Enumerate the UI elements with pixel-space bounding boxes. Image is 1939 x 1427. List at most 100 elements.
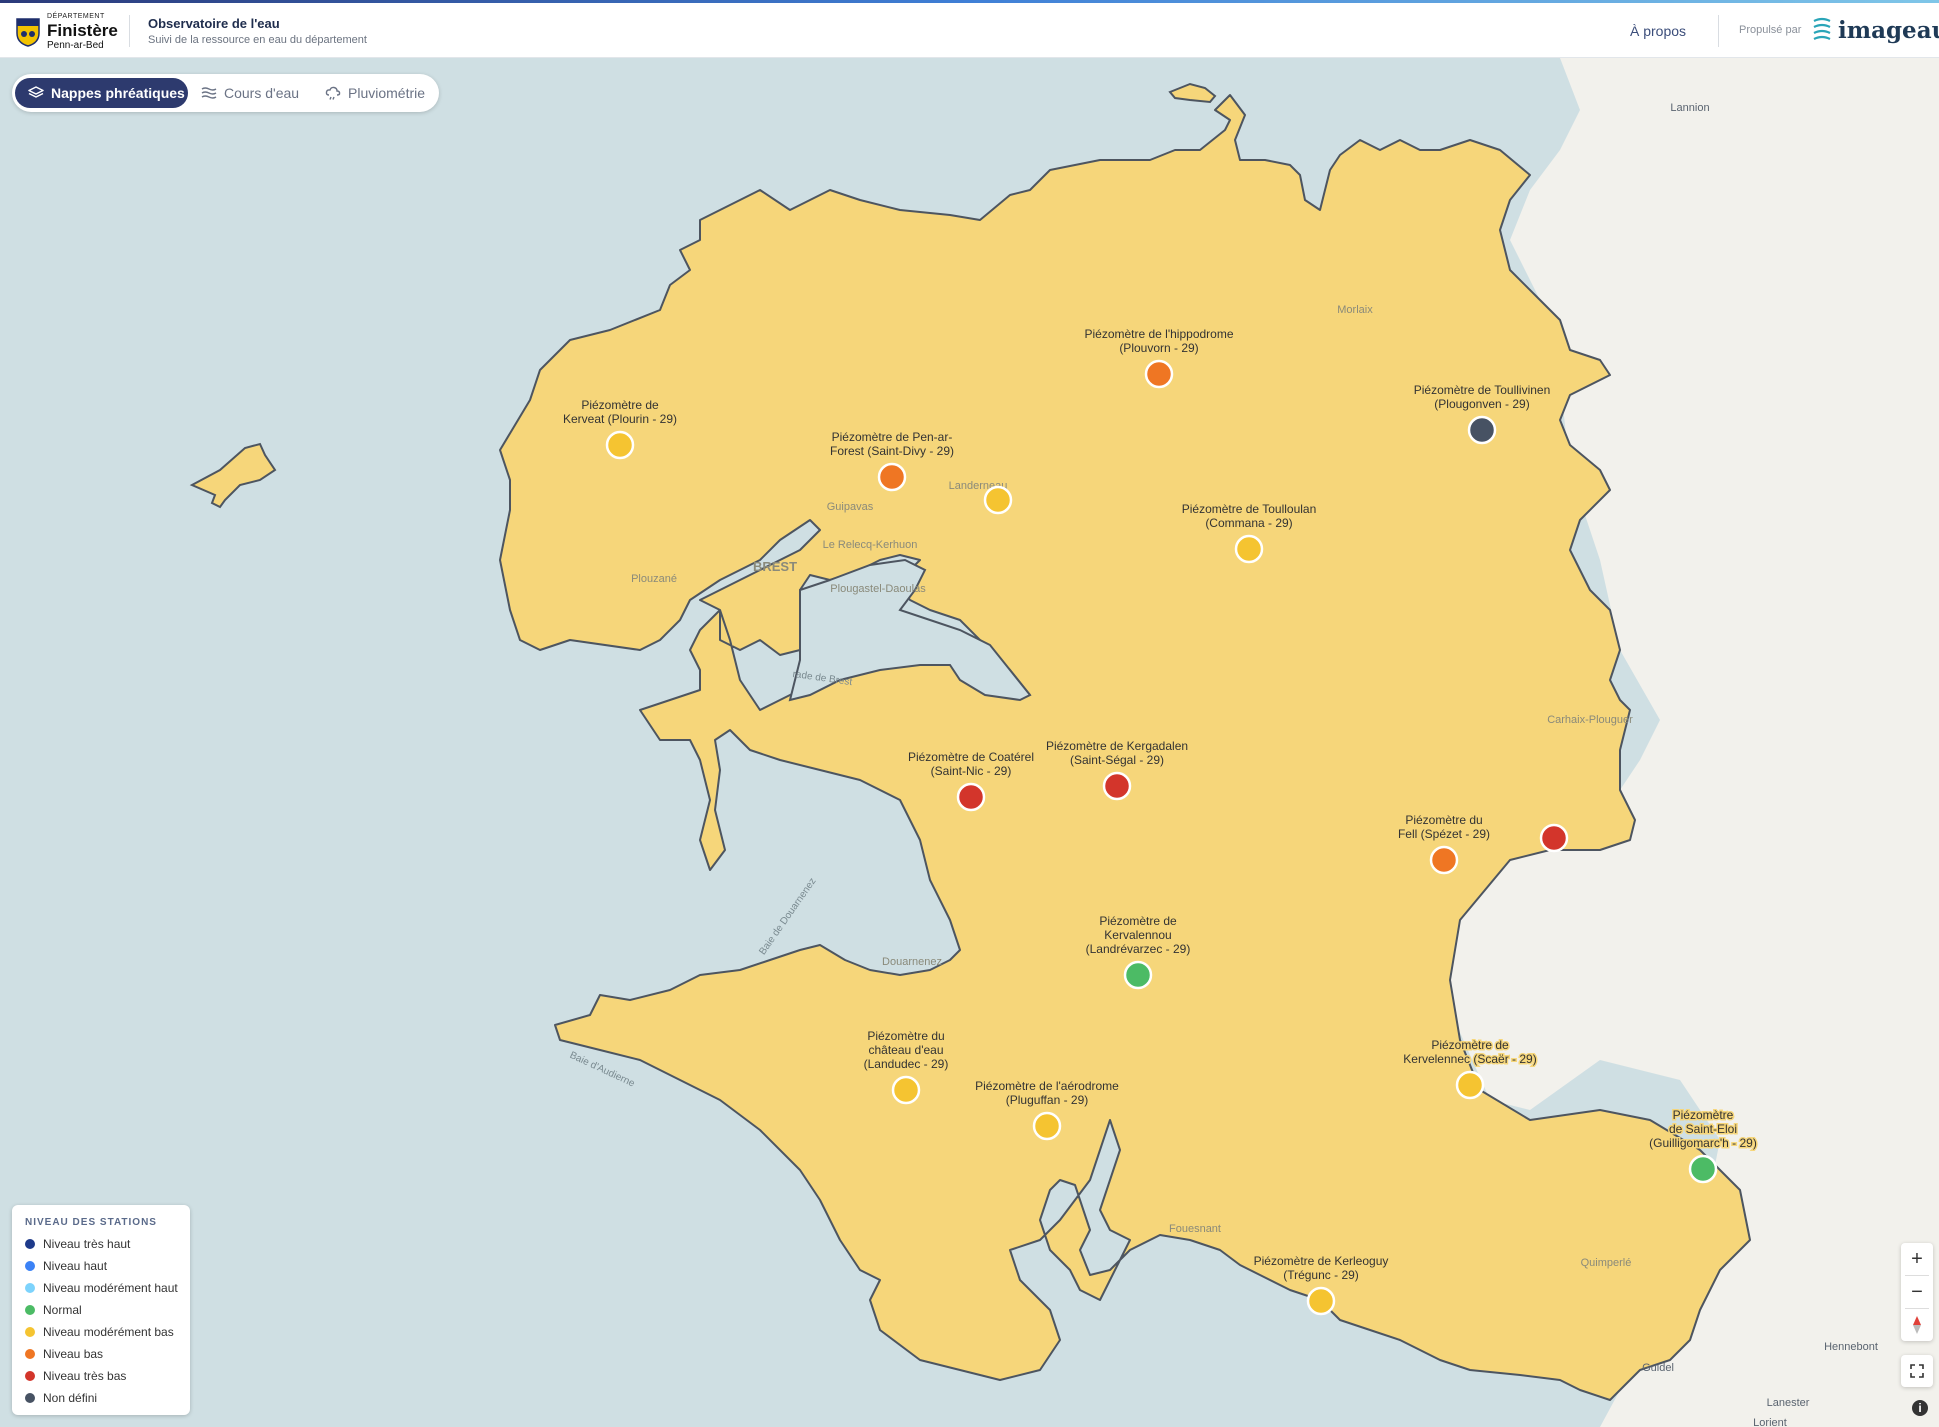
logo-name: Finistère <box>47 21 118 40</box>
station-dot[interactable] <box>1539 823 1569 853</box>
station-label: Piézomètre de l'aérodrome <box>975 1079 1119 1093</box>
legend-item: Normal <box>25 1303 82 1317</box>
powered-by-label: Propulsé par <box>1739 24 1802 36</box>
tab-nappes-phreatiques[interactable]: Nappes phréatiques <box>15 78 188 108</box>
imageau-logo[interactable]: imageau <box>1810 15 1939 47</box>
header-divider <box>1718 15 1719 47</box>
place-label: Hennebont <box>1824 1341 1878 1353</box>
station-label: (Plouvorn - 29) <box>1119 341 1198 355</box>
station-dot[interactable] <box>956 782 986 812</box>
station-dot[interactable] <box>983 485 1013 515</box>
department-logo[interactable]: DÉPARTEMENT Finistère Penn-ar-Bed <box>15 13 118 51</box>
app-header: DÉPARTEMENT Finistère Penn-ar-Bed Observ… <box>0 3 1939 58</box>
station-marker[interactable] <box>983 485 1013 515</box>
place-label: Douarnenez <box>882 956 942 968</box>
fullscreen-control <box>1901 1355 1933 1387</box>
legend-swatch <box>25 1283 35 1293</box>
crest-icon <box>16 18 40 47</box>
legend-swatch <box>25 1349 35 1359</box>
place-label: Morlaix <box>1337 304 1373 316</box>
legend-label: Niveau très bas <box>43 1369 127 1383</box>
station-label: (Landudec - 29) <box>864 1057 949 1071</box>
legend-swatch <box>25 1261 35 1271</box>
tab-cours-d-eau[interactable]: Cours d'eau <box>201 78 311 108</box>
place-label: Plougastel-Daoulas <box>830 583 926 595</box>
station-dot[interactable] <box>1234 534 1264 564</box>
legend-item: Niveau très haut <box>25 1237 130 1251</box>
map-canvas[interactable]: LannionMorlaixGuipavasLanderneauLe Relec… <box>0 58 1939 1427</box>
app-title: Observatoire de l'eau <box>148 16 280 31</box>
station-dot[interactable] <box>605 430 635 460</box>
station-label: (Saint-Ségal - 29) <box>1070 753 1164 767</box>
station-label: (Plougonven - 29) <box>1434 397 1529 411</box>
station-label: Piézomètre de Kerleoguy <box>1254 1254 1389 1268</box>
tab-label: Pluviométrie <box>348 85 426 101</box>
station-label: Fell (Spézet - 29) <box>1398 827 1490 841</box>
station-dot[interactable] <box>1429 845 1459 875</box>
station-dot[interactable] <box>1144 359 1174 389</box>
zoom-out-button[interactable]: − <box>1901 1276 1933 1308</box>
station-label: Piézomètre de <box>581 398 659 412</box>
station-label: (Commana - 29) <box>1205 516 1292 530</box>
place-label: Guidel <box>1642 1362 1674 1374</box>
station-label: Piézomètre du <box>867 1029 944 1043</box>
imageau-wave-icon <box>1813 17 1831 40</box>
legend-label: Niveau bas <box>43 1347 104 1361</box>
layer-tabs: Nappes phréatiques Cours d'eau Pluviomét… <box>12 74 439 112</box>
place-label: Plouzané <box>631 573 677 585</box>
legend-swatch <box>25 1327 35 1337</box>
legend-swatch <box>25 1305 35 1315</box>
station-dot[interactable] <box>1455 1070 1485 1100</box>
station-dot[interactable] <box>1306 1286 1336 1316</box>
place-label: Guipavas <box>827 501 874 513</box>
station-label: Piézomètre <box>1673 1108 1734 1122</box>
place-label: Fouesnant <box>1169 1223 1221 1235</box>
tab-pluviometrie[interactable]: Pluviométrie <box>325 78 435 108</box>
compass-icon <box>1913 1316 1921 1334</box>
station-dot[interactable] <box>1102 771 1132 801</box>
station-label: Kervalennou <box>1104 928 1171 942</box>
station-dot[interactable] <box>891 1075 921 1105</box>
legend-label: Niveau haut <box>43 1259 108 1273</box>
tab-label: Nappes phréatiques <box>51 85 185 101</box>
fullscreen-button[interactable] <box>1901 1355 1933 1387</box>
station-dot[interactable] <box>1032 1111 1062 1141</box>
station-label: Piézomètre de l'hippodrome <box>1084 327 1233 341</box>
station-label: (Trégunc - 29) <box>1283 1268 1359 1282</box>
station-label: Piézomètre de Toulloulan <box>1182 502 1317 516</box>
station-label: Piézomètre de Kergadalen <box>1046 739 1188 753</box>
compass-button[interactable] <box>1901 1309 1933 1341</box>
station-label: Piézomètre de Pen-ar- <box>832 430 953 444</box>
station-level-legend: NIVEAU DES STATIONS Niveau très haut Niv… <box>12 1205 190 1415</box>
station-dot[interactable] <box>1467 415 1497 445</box>
legend-item: Niveau haut <box>25 1259 107 1273</box>
tab-label: Cours d'eau <box>224 85 300 101</box>
header-divider <box>129 15 130 47</box>
legend-label: Niveau modérément bas <box>43 1325 174 1339</box>
station-label: Piézomètre de <box>1431 1038 1509 1052</box>
station-dot[interactable] <box>1123 960 1153 990</box>
attribution-info-icon[interactable]: i <box>1912 1400 1928 1416</box>
logo-breton-name: Penn-ar-Bed <box>47 40 104 51</box>
zoom-in-button[interactable]: + <box>1901 1243 1933 1275</box>
fullscreen-icon <box>1910 1364 1924 1378</box>
station-dot[interactable] <box>1688 1154 1718 1184</box>
layers-icon <box>28 86 44 98</box>
station-label: Kervelennec (Scaër - 29) <box>1403 1052 1536 1066</box>
legend-item: Niveau bas <box>25 1347 103 1361</box>
legend-item: Niveau modérément haut <box>25 1281 178 1295</box>
station-dot[interactable] <box>877 462 907 492</box>
about-link[interactable]: À propos <box>1630 23 1686 39</box>
station-label: (Pluguffan - 29) <box>1006 1093 1089 1107</box>
place-label: Quimperlé <box>1581 1257 1632 1269</box>
legend-label: Normal <box>43 1303 82 1317</box>
logo-prefix: DÉPARTEMENT <box>47 13 105 20</box>
station-marker[interactable] <box>1539 823 1569 853</box>
legend-item: Niveau très bas <box>25 1369 126 1383</box>
station-label: Piézomètre de <box>1099 914 1177 928</box>
zoom-controls: + − <box>1901 1243 1933 1341</box>
legend-title: NIVEAU DES STATIONS <box>25 1217 157 1228</box>
app-subtitle: Suivi de la ressource en eau du départem… <box>148 34 367 46</box>
station-label: Kerveat (Plourin - 29) <box>563 412 677 426</box>
brand-name: imageau <box>1838 17 1939 44</box>
